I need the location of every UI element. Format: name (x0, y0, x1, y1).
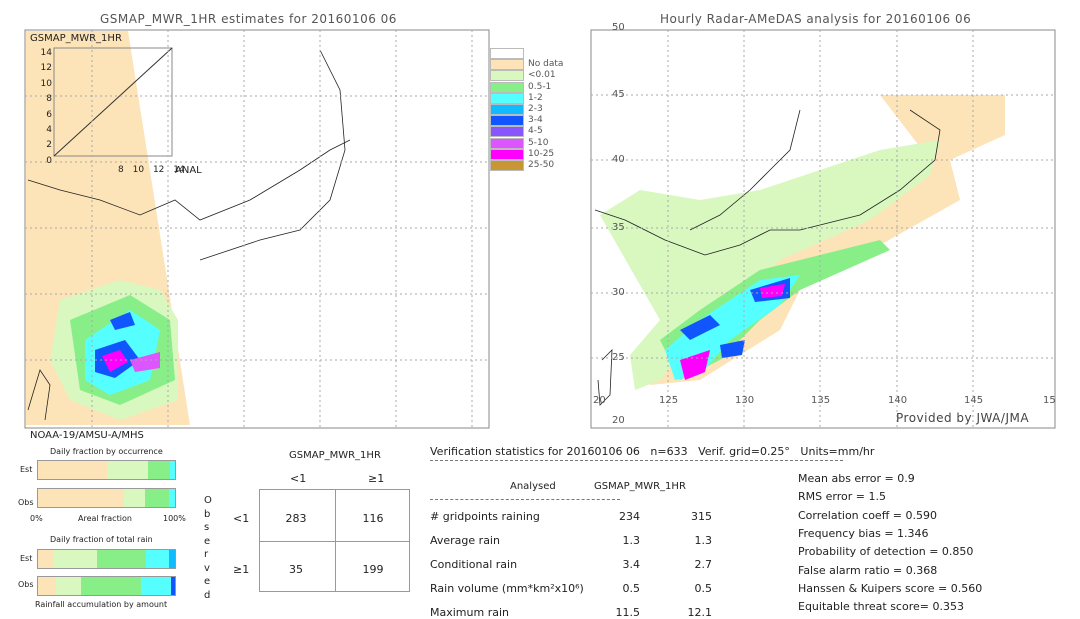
legend-swatch (490, 104, 524, 115)
stat-a: 1.3 (622, 534, 641, 547)
score-line: Correlation coeff = 0.590 (798, 508, 937, 522)
observed-label: Observed (204, 495, 212, 601)
cell-miss: 35 (289, 563, 303, 576)
row-lt: <1 (233, 512, 250, 525)
score-line: Equitable threat score= 0.353 (798, 600, 964, 614)
left-map (24, 29, 490, 429)
legend-swatch (490, 137, 524, 149)
stat-g: 2.7 (694, 558, 713, 571)
stat-label: Conditional rain (430, 558, 518, 571)
cell-hits-neg: 283 (285, 512, 307, 525)
col-ge: ≥1 (368, 472, 385, 485)
legend-swatch (490, 70, 524, 82)
score-line: Frequency bias = 1.346 (798, 526, 929, 540)
score-line: RMS error = 1.5 (798, 490, 886, 504)
legend-label: 3-4 (528, 115, 543, 126)
legend-swatch (490, 59, 524, 71)
fraction-segment (168, 550, 175, 568)
legend-swatch (490, 126, 524, 138)
fraction-segment (81, 577, 141, 595)
fraction-segment (52, 550, 97, 568)
legend-label: 1-2 (528, 92, 543, 103)
col-analysed: Analysed (510, 481, 556, 492)
right-map (590, 29, 1056, 429)
fraction-segment (107, 461, 148, 479)
contingency-table (259, 489, 410, 592)
score-line: Probability of detection = 0.850 (798, 545, 974, 559)
sensor-label: NOAA-19/AMSU-A/MHS (30, 430, 144, 441)
inset-label: GSMAP_MWR_1HR (30, 33, 122, 44)
obs-label-2: Obs (18, 580, 34, 589)
inset-x-ticks: 8 10 12 14 (118, 165, 185, 175)
stat-g: 12.1 (687, 606, 713, 619)
rain-footer: Rainfall accumulation by amount (35, 600, 168, 609)
row-ge: ≥1 (233, 563, 250, 576)
stats-header: Verification statistics for 20160106 06 … (430, 445, 875, 458)
occurrence-est-bar (37, 460, 176, 480)
stat-a: 11.5 (615, 606, 641, 619)
col-lt: <1 (290, 472, 307, 485)
legend-label: 2-3 (528, 104, 543, 114)
contingency-title: GSMAP_MWR_1HR (289, 450, 381, 461)
axis-mid: Areal fraction (78, 514, 132, 523)
fraction-segment (38, 489, 124, 507)
fraction-segment (38, 461, 108, 479)
legend-label: 5-10 (528, 137, 549, 148)
est-label-2: Est (20, 554, 33, 563)
legend-label: 10-25 (528, 148, 555, 159)
legend-label: 0.5-1 (528, 81, 552, 92)
stat-label: Average rain (430, 534, 500, 547)
stat-g: 0.5 (694, 582, 713, 595)
occurrence-title: Daily fraction by occurrence (50, 447, 163, 456)
legend-swatch (490, 115, 524, 127)
est-label: Est (20, 465, 33, 474)
axis-right: 100% (163, 514, 186, 523)
obs-label: Obs (18, 498, 34, 507)
fraction-segment (145, 489, 169, 507)
fraction-segment (147, 461, 171, 479)
stat-g: 1.3 (694, 534, 713, 547)
occurrence-obs-bar (37, 488, 176, 508)
divider-2 (430, 499, 620, 500)
col-gsmap: GSMAP_MWR_1HR (594, 481, 686, 492)
stat-g: 315 (691, 510, 712, 523)
legend-swatch (490, 160, 524, 171)
inset-y-ticks: 14 12 10 8 6 4 2 0 (40, 48, 52, 166)
stat-a: 3.4 (622, 558, 641, 571)
stat-label: # gridpoints raining (430, 510, 540, 523)
legend-swatch (490, 148, 524, 160)
score-line: Mean abs error = 0.9 (798, 472, 915, 485)
stat-label: Rain volume (mm*km²x10⁶) (430, 582, 584, 595)
legend-label: <0.01 (528, 70, 556, 81)
legend-label: 25-50 (528, 160, 555, 170)
fraction-segment (170, 461, 175, 479)
divider (430, 460, 843, 461)
fraction-segment (146, 550, 169, 568)
legend-swatch (490, 81, 524, 93)
fraction-segment (168, 489, 175, 507)
axis-left: 0% (30, 514, 43, 523)
score-line: False alarm ratio = 0.368 (798, 563, 938, 577)
fraction-segment (38, 577, 57, 595)
fraction-segment (38, 550, 53, 568)
cell-false-alarm: 116 (362, 512, 384, 525)
legend-swatch (490, 48, 524, 59)
legend-label: 4-5 (528, 126, 543, 137)
cell-hits: 199 (362, 563, 384, 576)
fraction-segment (171, 577, 175, 595)
fraction-segment (96, 550, 147, 568)
rain-title: Daily fraction of total rain (50, 535, 153, 544)
fraction-segment (140, 577, 172, 595)
legend-label: No data (528, 59, 564, 70)
rain-est-bar (37, 549, 176, 569)
stat-label: Maximum rain (430, 606, 509, 619)
legend-swatch (490, 92, 524, 104)
fraction-segment (56, 577, 82, 595)
rain-obs-bar (37, 576, 176, 596)
fraction-segment (123, 489, 146, 507)
score-line: Hanssen & Kuipers score = 0.560 (798, 581, 983, 595)
stat-a: 234 (619, 510, 640, 523)
credit: Provided by JWA/JMA (896, 411, 1030, 425)
stat-a: 0.5 (622, 582, 641, 595)
